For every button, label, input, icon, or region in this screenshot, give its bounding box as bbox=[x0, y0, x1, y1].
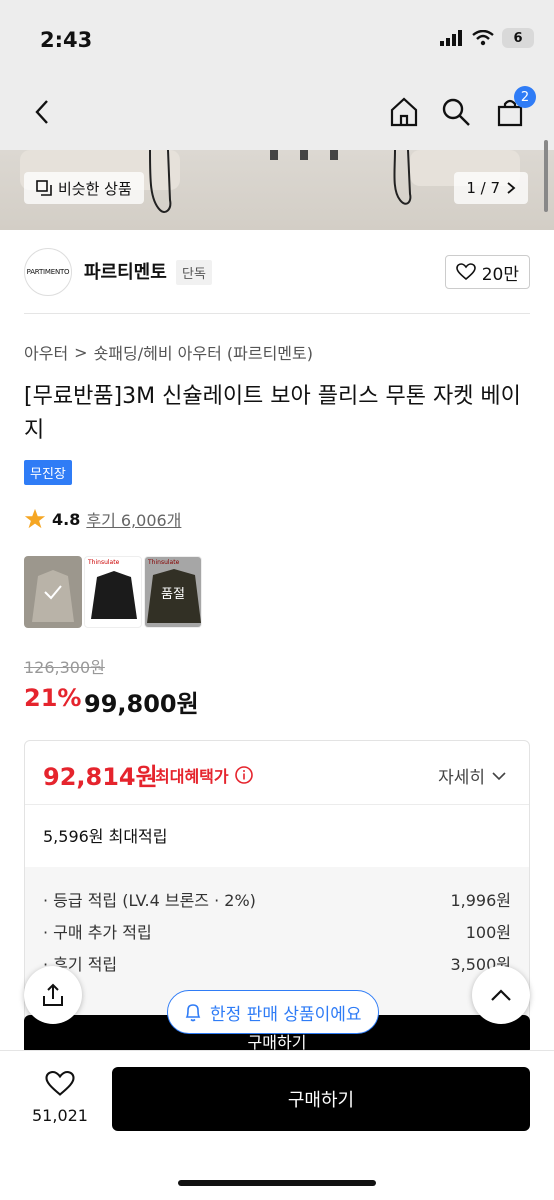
sale-price: 99,800원 bbox=[84, 690, 199, 718]
wishlist-button[interactable]: 51,021 bbox=[22, 1070, 98, 1125]
home-button[interactable] bbox=[384, 92, 424, 132]
rating-value: 4.8 bbox=[52, 509, 81, 529]
status-time: 2:43 bbox=[40, 28, 93, 52]
home-indicator bbox=[178, 1180, 376, 1186]
detail-toggle-label: 자세히 bbox=[438, 768, 485, 788]
search-button[interactable] bbox=[436, 92, 476, 132]
image-pager[interactable]: 1 / 7 bbox=[454, 172, 528, 204]
home-icon bbox=[390, 97, 418, 127]
scrollbar[interactable] bbox=[544, 140, 548, 212]
battery-icon: 6 bbox=[502, 28, 534, 48]
selected-check-icon bbox=[24, 556, 82, 628]
max-benefit-panel: 92,814원 최대혜택가 자세히 5,596원 최대적립 · 등급 적립 (L… bbox=[24, 740, 530, 1030]
buy-button[interactable]: 구매하기 bbox=[112, 1067, 530, 1131]
points-row-label: · 구매 추가 적립 bbox=[43, 923, 152, 942]
chevron-left-icon bbox=[35, 100, 48, 124]
review-count-link[interactable]: 후기 6,006개 bbox=[86, 507, 181, 531]
signal-icon bbox=[440, 30, 462, 46]
share-button[interactable] bbox=[24, 966, 82, 1024]
similar-products-button[interactable]: 비슷한 상품 bbox=[24, 172, 144, 204]
bell-icon bbox=[185, 1004, 201, 1022]
scroll-top-button[interactable] bbox=[472, 966, 530, 1024]
color-options: Thinsulate Thinsulate 품절 bbox=[24, 556, 202, 628]
limited-sale-badge[interactable]: 한정 판매 상품이에요 bbox=[167, 990, 379, 1034]
color-option-khaki[interactable]: Thinsulate 품절 bbox=[144, 556, 202, 628]
max-benefit-label-text: 최대혜택가 bbox=[155, 767, 229, 786]
sold-out-overlay: 품절 bbox=[145, 557, 201, 627]
delivery-badge: 무진장 bbox=[24, 460, 72, 485]
image-pager-text: 1 / 7 bbox=[466, 179, 500, 197]
info-icon[interactable] bbox=[234, 766, 253, 784]
color-option-beige[interactable] bbox=[24, 556, 82, 628]
brand-like-count: 20만 bbox=[481, 264, 519, 285]
brand-name[interactable]: 파르티멘토 bbox=[84, 258, 167, 284]
breadcrumb-category[interactable]: 아우터 bbox=[24, 340, 68, 364]
status-icons: 6 bbox=[440, 28, 534, 48]
color-option-black[interactable]: Thinsulate bbox=[84, 556, 142, 628]
product-title: [무료반품]3M 신슐레이트 보아 플리스 무톤 자켓 베이지 bbox=[24, 384, 521, 443]
max-benefit-header[interactable]: 92,814원 최대혜택가 자세히 bbox=[25, 741, 529, 805]
chevron-up-icon bbox=[491, 989, 511, 1001]
points-row-value: 1,996원 bbox=[450, 891, 511, 910]
points-row-label: · 등급 적립 (LV.4 브론즈 · 2%) bbox=[43, 891, 256, 910]
similar-products-label: 비슷한 상품 bbox=[58, 179, 132, 198]
breadcrumb-subcategory[interactable]: 숏패딩/헤비 아우터 (파르티멘토) bbox=[94, 340, 313, 364]
heart-icon bbox=[455, 263, 476, 281]
divider bbox=[24, 313, 530, 314]
heart-icon bbox=[45, 1070, 75, 1096]
search-icon bbox=[442, 98, 470, 126]
points-row: · 후기 적립 3,500원 bbox=[43, 951, 511, 975]
product-page: 2:43 6 2 비슷한 상품 1 / 7 PARTIMENTO 파르티멘토 단… bbox=[0, 0, 554, 1200]
star-icon bbox=[24, 508, 46, 529]
cart-button[interactable]: 2 bbox=[490, 86, 536, 132]
share-icon bbox=[43, 983, 63, 1006]
limited-sale-text: 한정 판매 상품이에요 bbox=[210, 1004, 362, 1025]
chevron-right-icon bbox=[507, 182, 516, 194]
points-row-value: 100원 bbox=[465, 923, 511, 942]
max-points: 5,596원 최대적립 bbox=[43, 827, 168, 846]
points-row: · 구매 추가 적립 100원 bbox=[43, 919, 511, 943]
breadcrumb: 아우터 > 숏패딩/헤비 아우터 (파르티멘토) bbox=[24, 340, 313, 364]
wishlist-count: 51,021 bbox=[32, 1106, 88, 1125]
brand-logo[interactable]: PARTIMENTO bbox=[24, 248, 72, 296]
detail-toggle[interactable]: 자세히 bbox=[438, 763, 507, 788]
back-button[interactable] bbox=[22, 92, 62, 132]
breadcrumb-separator: > bbox=[74, 342, 88, 362]
chevron-down-icon bbox=[492, 771, 506, 780]
original-price: 126,300원 bbox=[24, 658, 105, 677]
product-image-gallery[interactable]: 2:43 6 2 비슷한 상품 1 / 7 bbox=[0, 0, 554, 230]
max-benefit-label: 최대혜택가 bbox=[155, 763, 253, 787]
points-row: · 등급 적립 (LV.4 브론즈 · 2%) 1,996원 bbox=[43, 887, 511, 911]
brand-like-button[interactable]: 20만 bbox=[444, 255, 530, 289]
discount-rate: 21% bbox=[24, 684, 82, 712]
max-benefit-price: 92,814원 bbox=[43, 763, 158, 791]
cart-count-badge: 2 bbox=[514, 86, 536, 108]
rating-summary[interactable]: 4.8 후기 6,006개 bbox=[24, 507, 181, 531]
wifi-icon bbox=[472, 30, 494, 46]
exclusive-tag: 단독 bbox=[176, 260, 212, 285]
similar-icon bbox=[36, 180, 52, 196]
